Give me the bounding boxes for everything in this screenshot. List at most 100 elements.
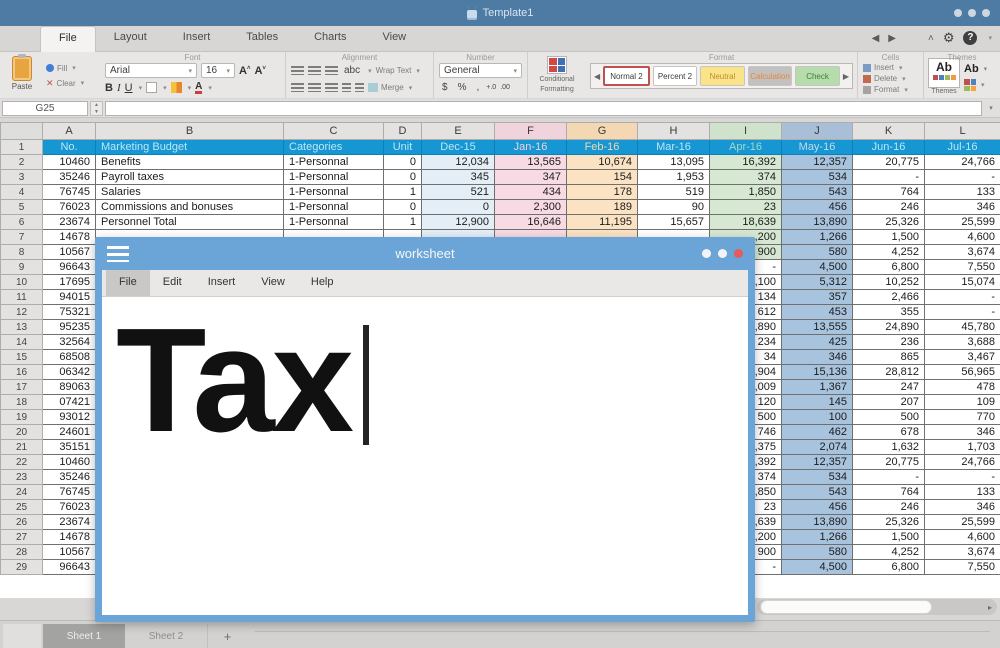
orientation-button[interactable]: abc <box>342 65 362 76</box>
cell-l18[interactable]: 109 <box>925 395 1000 410</box>
cell-e2[interactable]: 12,034 <box>422 155 495 170</box>
cell-reference-box[interactable]: G25 <box>2 101 88 116</box>
align-left-icon[interactable] <box>291 83 304 92</box>
row-header[interactable]: 20 <box>1 425 43 440</box>
cell-l11[interactable]: - <box>925 290 1000 305</box>
percent-button[interactable]: % <box>455 82 470 93</box>
gallery-left-icon[interactable]: ◀ <box>594 72 600 81</box>
cell-a7[interactable]: 14678 <box>43 230 96 245</box>
tab-charts[interactable]: Charts <box>296 26 364 52</box>
increase-indent-icon[interactable] <box>355 83 364 92</box>
cell-a23[interactable]: 35246 <box>43 470 96 485</box>
cell-f4[interactable]: 434 <box>495 185 567 200</box>
cell-h4[interactable]: 519 <box>638 185 710 200</box>
increase-font-button[interactable]: A˄ <box>239 65 250 77</box>
cell-k21[interactable]: 1,632 <box>853 440 925 455</box>
row-header[interactable]: 12 <box>1 305 43 320</box>
header-cell-b[interactable]: Marketing Budget <box>96 140 284 155</box>
row-header[interactable]: 5 <box>1 200 43 215</box>
row-header[interactable]: 22 <box>1 455 43 470</box>
cell-j3[interactable]: 534 <box>782 170 853 185</box>
header-cell-a[interactable]: No. <box>43 140 96 155</box>
cell-i6[interactable]: 18,639 <box>710 215 782 230</box>
cell-l27[interactable]: 4,600 <box>925 530 1000 545</box>
cell-c3[interactable]: 1-Personnal <box>284 170 384 185</box>
cell-k19[interactable]: 500 <box>853 410 925 425</box>
wrap-text-button[interactable]: Wrap Text ▾ <box>376 66 420 75</box>
cell-l29[interactable]: 7,550 <box>925 560 1000 575</box>
underline-button[interactable]: U <box>125 82 133 94</box>
cell-l13[interactable]: 45,780 <box>925 320 1000 335</box>
cell-j24[interactable]: 543 <box>782 485 853 500</box>
cell-a20[interactable]: 24601 <box>43 425 96 440</box>
cell-l19[interactable]: 770 <box>925 410 1000 425</box>
cell-k12[interactable]: 355 <box>853 305 925 320</box>
cell-j4[interactable]: 543 <box>782 185 853 200</box>
cell-k7[interactable]: 1,500 <box>853 230 925 245</box>
cell-l17[interactable]: 478 <box>925 380 1000 395</box>
window-control-icon[interactable] <box>968 9 976 17</box>
cell-l3[interactable]: - <box>925 170 1000 185</box>
row-header[interactable]: 3 <box>1 170 43 185</box>
column-header-i[interactable]: I <box>710 123 782 140</box>
cell-j8[interactable]: 580 <box>782 245 853 260</box>
cell-a10[interactable]: 17695 <box>43 275 96 290</box>
cell-a11[interactable]: 94015 <box>43 290 96 305</box>
cells-insert-button[interactable]: Insert▾ <box>858 62 923 73</box>
cell-l6[interactable]: 25,599 <box>925 215 1000 230</box>
cell-j17[interactable]: 1,367 <box>782 380 853 395</box>
column-header-j[interactable]: J <box>782 123 853 140</box>
row-header[interactable]: 14 <box>1 335 43 350</box>
cell-j19[interactable]: 100 <box>782 410 853 425</box>
cell-j23[interactable]: 534 <box>782 470 853 485</box>
italic-button[interactable]: I <box>117 82 121 94</box>
column-header-b[interactable]: B <box>96 123 284 140</box>
row-header[interactable]: 1 <box>1 140 43 155</box>
cell-j16[interactable]: 15,136 <box>782 365 853 380</box>
row-header[interactable]: 29 <box>1 560 43 575</box>
cell-k25[interactable]: 246 <box>853 500 925 515</box>
cell-reference-stepper[interactable]: ▲▼ <box>90 101 103 116</box>
row-header[interactable]: 26 <box>1 515 43 530</box>
cell-g4[interactable]: 178 <box>567 185 638 200</box>
cell-j13[interactable]: 13,555 <box>782 320 853 335</box>
cell-j6[interactable]: 13,890 <box>782 215 853 230</box>
cell-l24[interactable]: 133 <box>925 485 1000 500</box>
column-header-c[interactable]: C <box>284 123 384 140</box>
window-control-icon[interactable] <box>702 249 711 258</box>
cell-k10[interactable]: 10,252 <box>853 275 925 290</box>
worksheet-titlebar[interactable]: worksheet <box>95 237 755 270</box>
cell-k15[interactable]: 865 <box>853 350 925 365</box>
cell-l14[interactable]: 3,688 <box>925 335 1000 350</box>
cell-h2[interactable]: 13,095 <box>638 155 710 170</box>
cell-j28[interactable]: 580 <box>782 545 853 560</box>
cell-h6[interactable]: 15,657 <box>638 215 710 230</box>
cell-a25[interactable]: 76023 <box>43 500 96 515</box>
row-header[interactable]: 8 <box>1 245 43 260</box>
formula-input[interactable] <box>105 101 982 116</box>
column-header-a[interactable]: A <box>43 123 96 140</box>
cell-k6[interactable]: 25,326 <box>853 215 925 230</box>
collapse-ribbon-icon[interactable]: ˄ <box>928 33 934 44</box>
cell-j25[interactable]: 456 <box>782 500 853 515</box>
worksheet-window-controls[interactable] <box>702 249 743 258</box>
cell-l21[interactable]: 1,703 <box>925 440 1000 455</box>
cell-a18[interactable]: 07421 <box>43 395 96 410</box>
cell-a16[interactable]: 06342 <box>43 365 96 380</box>
align-right-icon[interactable] <box>325 83 338 92</box>
header-cell-l[interactable]: Jul-16 <box>925 140 1000 155</box>
cell-b4[interactable]: Salaries <box>96 185 284 200</box>
cell-k26[interactable]: 25,326 <box>853 515 925 530</box>
cell-c6[interactable]: 1-Personnal <box>284 215 384 230</box>
row-header[interactable]: 18 <box>1 395 43 410</box>
scroll-right-icon[interactable]: ▸ <box>988 603 992 612</box>
header-cell-h[interactable]: Mar-16 <box>638 140 710 155</box>
cell-a14[interactable]: 32564 <box>43 335 96 350</box>
column-header-h[interactable]: H <box>638 123 710 140</box>
add-sheet-button[interactable]: + <box>207 624 247 648</box>
currency-button[interactable]: $ <box>439 82 451 93</box>
cell-j26[interactable]: 13,890 <box>782 515 853 530</box>
sheet-tab-1[interactable]: Sheet 1 <box>43 624 125 648</box>
horizontal-scrollbar[interactable]: ▸ <box>757 599 997 615</box>
row-header[interactable]: 9 <box>1 260 43 275</box>
